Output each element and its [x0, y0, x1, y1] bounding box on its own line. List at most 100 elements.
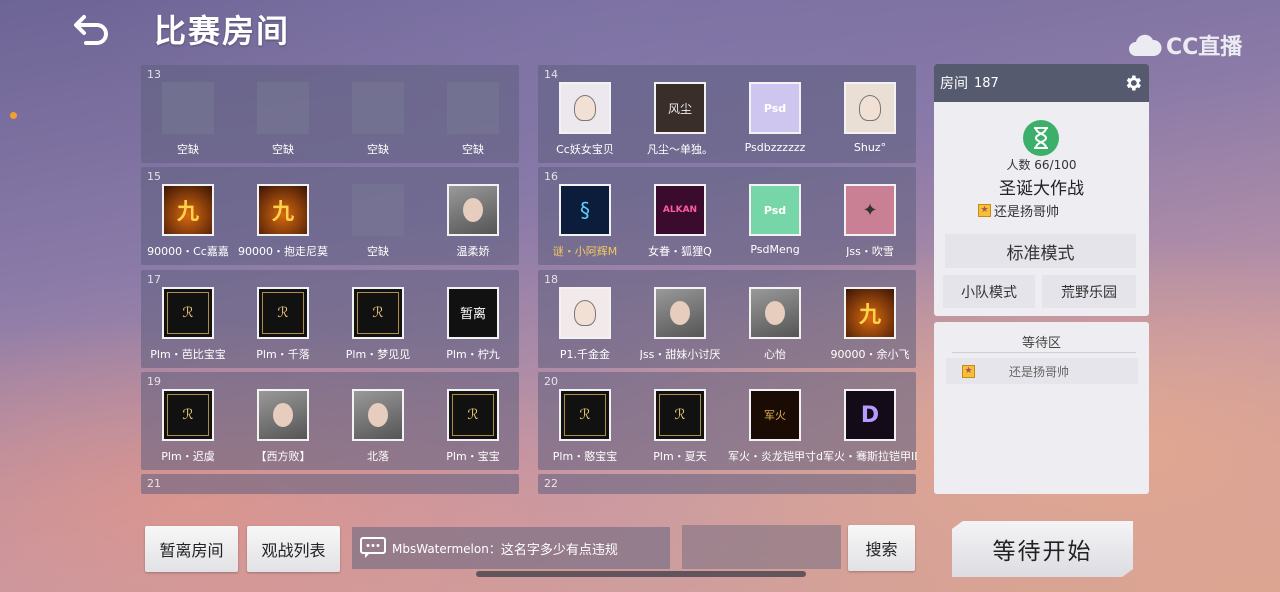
back-button[interactable] — [68, 10, 116, 50]
room-card[interactable]: 19 ℛ Plm・迟虞 【西方败】 北落 ℛ Plm・宝宝 — [141, 372, 519, 470]
empty-seat[interactable]: 空缺 — [236, 79, 330, 163]
search-button[interactable]: 搜索 — [848, 525, 915, 571]
player-seat[interactable]: ALKAN 女眷・狐狸Q — [633, 181, 727, 265]
player-seat[interactable]: ℛ Plm・梦见见 — [331, 284, 425, 368]
search-input[interactable] — [682, 525, 841, 569]
room-card[interactable]: 14 Cc妖女宝贝 风尘 凡尘～单独。 Psd Psdbzzzzzz Shuz° — [538, 65, 916, 163]
room-card[interactable]: 18 P1.千金金 Jss・甜妹小讨厌 心怡九 90000・余小飞 — [538, 270, 916, 368]
avatar: ℛ — [162, 389, 214, 441]
player-seat[interactable]: ℛ Plm・芭比宝宝 — [141, 284, 235, 368]
avatar — [447, 184, 499, 236]
room-card[interactable]: 16 § 谜・小阿辉M ALKAN 女眷・狐狸Q Psd PsdMeng ✦ Jss・吹雪 — [538, 167, 916, 265]
player-name: Jss・甜妹小讨厌 — [639, 348, 721, 361]
spectate-list-button[interactable]: 观战列表 — [247, 526, 340, 572]
page-title: 比赛房间 — [154, 12, 291, 50]
player-seat[interactable]: Shuz° — [823, 79, 917, 163]
avatar: 九 — [257, 184, 309, 236]
standard-mode-button[interactable]: 标准模式 — [945, 234, 1136, 268]
avatar: ℛ — [162, 287, 214, 339]
empty-avatar — [352, 184, 404, 236]
star-icon: ★ — [962, 364, 975, 378]
player-seat[interactable]: 九 90000・抱走尼莫 — [236, 181, 330, 265]
start-game-button[interactable]: 等待开始 — [952, 521, 1133, 577]
room-id: 187 — [974, 75, 999, 91]
player-name: 空缺 — [367, 143, 389, 156]
player-name: Plm・千落 — [256, 348, 310, 361]
room-card[interactable]: 20 ℛ Plm・憨宝宝 ℛ Plm・夏天 军火 军火・炎龙铠甲寸dd D 军火・骞斯拉铠甲ID — [538, 372, 917, 470]
back-arrow-icon — [74, 15, 108, 45]
player-seat[interactable]: 【西方败】 — [236, 386, 330, 470]
room-label: 房间 — [940, 76, 968, 92]
player-name: 谜・小阿辉M — [552, 245, 618, 258]
chat-bar[interactable]: MbsWatermelon： 这名字多少有点违规 — [352, 527, 670, 569]
room-card[interactable]: 21 — [141, 474, 519, 494]
player-name: Plm・梦见见 — [345, 348, 411, 361]
player-name: PsdMeng — [750, 243, 800, 256]
leave-room-button[interactable]: 暂离房间 — [145, 526, 238, 572]
player-seat[interactable]: P1.千金金 — [538, 284, 632, 368]
empty-avatar — [352, 82, 404, 134]
player-seat[interactable]: Jss・甜妹小讨厌 — [633, 284, 727, 368]
player-seat[interactable]: Cc妖女宝贝 — [538, 79, 632, 163]
player-seat[interactable]: D 军火・骞斯拉铠甲ID — [823, 386, 917, 470]
home-indicator[interactable] — [476, 571, 806, 577]
room-card[interactable]: 17 ℛ Plm・芭比宝宝 ℛ Plm・千落 ℛ Plm・梦见见 暂离 Plm・柠九 — [141, 270, 519, 368]
notification-dot — [10, 112, 17, 119]
player-seat[interactable]: ℛ Plm・宝宝 — [426, 386, 520, 470]
player-seat[interactable]: ℛ Plm・迟虞 — [141, 386, 235, 470]
player-seat[interactable]: ℛ Plm・夏天 — [633, 386, 727, 470]
player-seat[interactable]: Psd PsdMeng — [728, 181, 822, 265]
player-seat[interactable]: ✦ Jss・吹雪 — [823, 181, 917, 265]
player-name: 【西方败】 — [255, 450, 311, 463]
avatar: ALKAN — [654, 184, 706, 236]
empty-seat[interactable]: 空缺 — [426, 79, 520, 163]
waiting-player-name: 还是扬哥帅 — [1009, 364, 1070, 379]
avatar: ℛ — [447, 389, 499, 441]
divider — [952, 352, 1136, 353]
player-name: P1.千金金 — [559, 348, 611, 361]
player-seat[interactable]: ℛ Plm・千落 — [236, 284, 330, 368]
gear-icon[interactable] — [1123, 73, 1143, 93]
room-card[interactable]: 15 九 90000・Cc嘉嘉九 90000・抱走尼莫 空缺 温柔娇 — [141, 167, 519, 265]
player-seat[interactable]: Psd Psdbzzzzzz — [728, 79, 822, 163]
player-seat[interactable]: 北落 — [331, 386, 425, 470]
room-card[interactable]: 22 — [538, 474, 916, 494]
owner-name: 还是扬哥帅 — [994, 205, 1060, 220]
team-mode-button[interactable]: 小队模式 — [943, 275, 1035, 308]
player-seat[interactable]: 军火 军火・炎龙铠甲寸dd — [728, 386, 822, 470]
player-name: Plm・憨宝宝 — [552, 450, 618, 463]
avatar: Psd — [749, 82, 801, 134]
empty-seat[interactable]: 空缺 — [331, 79, 425, 163]
avatar — [559, 287, 611, 339]
watermark-text: CC直播 — [1166, 35, 1243, 60]
player-seat[interactable]: 暂离 Plm・柠九 — [426, 284, 520, 368]
player-seat[interactable]: 九 90000・余小飞 — [823, 284, 917, 368]
empty-seat[interactable]: 空缺 — [141, 79, 235, 163]
empty-seat[interactable]: 空缺 — [331, 181, 425, 265]
player-seat[interactable]: 心怡 — [728, 284, 822, 368]
player-name: 空缺 — [462, 143, 484, 156]
room-card[interactable]: 13 空缺 空缺 空缺 空缺 — [141, 65, 519, 163]
player-seat[interactable]: ℛ Plm・憨宝宝 — [538, 386, 632, 470]
player-name: 军火・骞斯拉铠甲ID — [823, 450, 917, 463]
avatar — [654, 287, 706, 339]
player-name: 空缺 — [177, 143, 199, 156]
avatar: 暂离 — [447, 287, 499, 339]
player-name: 北落 — [367, 450, 389, 463]
room-name: 圣诞大作战 — [999, 179, 1084, 199]
player-seat[interactable]: 风尘 凡尘～单独。 — [633, 79, 727, 163]
player-seat[interactable]: 温柔娇 — [426, 181, 520, 265]
avatar — [749, 287, 801, 339]
player-name: 温柔娇 — [456, 245, 490, 258]
waiting-list-item[interactable]: ★ 还是扬哥帅 — [946, 358, 1138, 384]
wild-mode-button[interactable]: 荒野乐园 — [1042, 275, 1136, 308]
player-seat[interactable]: 九 90000・Cc嘉嘉 — [141, 181, 235, 265]
avatar: ℛ — [654, 389, 706, 441]
player-seat[interactable]: § 谜・小阿辉M — [538, 181, 632, 265]
player-name: 凡尘～单独。 — [647, 143, 713, 156]
room-info-header: 房间 187 — [934, 64, 1149, 102]
avatar: ℛ — [559, 389, 611, 441]
player-name: 空缺 — [367, 245, 389, 258]
cloud-icon — [1129, 34, 1162, 56]
avatar: Psd — [749, 184, 801, 236]
